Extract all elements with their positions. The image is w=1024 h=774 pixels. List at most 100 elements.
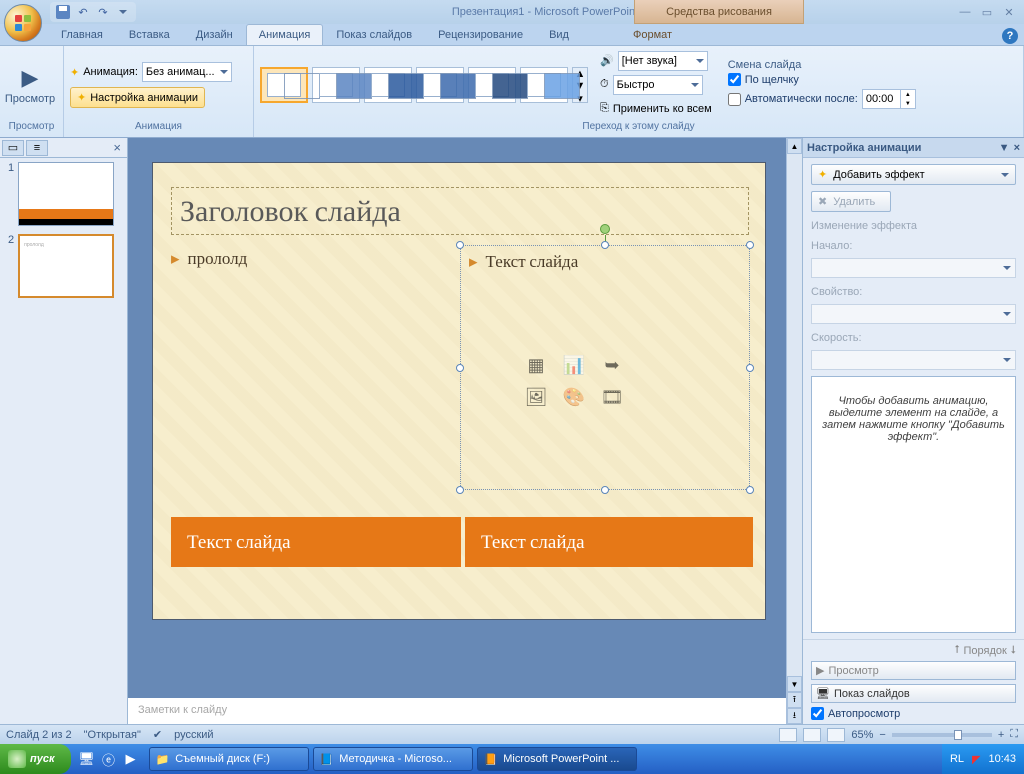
qat-undo[interactable]: ↶ [74, 3, 92, 21]
taskbar-item[interactable]: 📘Методичка - Microso... [313, 747, 473, 771]
resize-handle[interactable] [456, 364, 464, 372]
notes-pane[interactable]: Заметки к слайду [128, 694, 786, 724]
resize-handle[interactable] [746, 241, 754, 249]
panel-close[interactable]: × [109, 140, 125, 155]
language-indicator[interactable]: русский [174, 729, 213, 741]
scroll-down[interactable]: ▼ [787, 676, 802, 692]
taskbar-item[interactable]: 📁Съемный диск (F:) [149, 747, 309, 771]
tab-animation[interactable]: Анимация [246, 24, 324, 45]
qat-redo[interactable]: ↷ [94, 3, 112, 21]
on-click-checkbox[interactable]: По щелчку [728, 73, 916, 86]
ppt-icon: 📙 [484, 753, 498, 766]
insert-picture-icon[interactable]: 🖼 [519, 383, 553, 411]
slide-thumb-2[interactable]: прололд [18, 234, 114, 298]
group-preview-label: Просмотр [6, 120, 57, 134]
speed-combo[interactable]: Быстро [613, 75, 703, 95]
office-button[interactable] [4, 4, 42, 42]
slide-canvas[interactable]: Заголовок слайда прололд Текст слайда ▦ … [152, 162, 766, 620]
insert-smartart-icon[interactable]: ➥ [595, 351, 629, 379]
slideshow-view[interactable] [827, 728, 845, 742]
resize-handle[interactable] [456, 486, 464, 494]
insert-table-icon[interactable]: ▦ [519, 351, 553, 379]
tab-view[interactable]: Вид [536, 24, 582, 45]
delete-effect-button[interactable]: ✖Удалить [811, 191, 891, 212]
taskpane-menu[interactable]: ▼ [999, 142, 1010, 154]
zoom-value[interactable]: 65% [851, 729, 873, 741]
fit-window[interactable]: ⛶ [1010, 728, 1018, 741]
apply-all-button[interactable]: ⎘Применить ко всем [600, 98, 712, 120]
left-content[interactable]: прололд [171, 249, 451, 289]
scroll-up[interactable]: ▲ [787, 138, 802, 154]
play-button[interactable]: ▶Просмотр [811, 661, 1016, 680]
spellcheck-icon[interactable]: ✔ [153, 728, 162, 741]
window-minimize[interactable]: — [954, 4, 976, 20]
window-close[interactable]: ✕ [998, 4, 1020, 20]
help-icon[interactable]: ? [1002, 28, 1018, 44]
prev-slide[interactable]: ⭱ [787, 692, 802, 708]
tab-slideshow[interactable]: Показ слайдов [323, 24, 425, 45]
autopreview-checkbox[interactable]: Автопросмотр [811, 707, 1016, 720]
transition-none[interactable] [260, 67, 308, 103]
text-box-1[interactable]: Текст слайда [171, 517, 461, 567]
ql-desktop-icon[interactable]: 🖥 [77, 748, 97, 770]
tab-home[interactable]: Главная [48, 24, 116, 45]
slides-tab[interactable]: ▭ [2, 140, 24, 156]
auto-after-checkbox[interactable]: Автоматически после: [728, 93, 858, 106]
property-combo[interactable] [811, 304, 1016, 324]
add-effect-button[interactable]: ✦Добавить эффект [811, 164, 1016, 185]
auto-after-spinner[interactable]: 00:00▲▼ [862, 89, 916, 109]
slideshow-button[interactable]: 🖥Показ слайдов [811, 684, 1016, 703]
insert-media-icon[interactable]: 🎞 [595, 383, 629, 411]
resize-handle[interactable] [746, 486, 754, 494]
sound-combo[interactable]: [Нет звука] [618, 51, 708, 71]
normal-view[interactable] [779, 728, 797, 742]
outline-tab[interactable]: ≡ [26, 140, 48, 156]
content-icon-grid: ▦ 📊 ➥ 🖼 🎨 🎞 [519, 351, 629, 411]
text-box-2[interactable]: Текст слайда [465, 517, 753, 567]
slide-indicator: Слайд 2 из 2 [6, 729, 72, 741]
resize-handle[interactable] [601, 241, 609, 249]
zoom-slider[interactable] [892, 733, 992, 737]
tab-format[interactable]: Формат [620, 24, 685, 45]
speed-combo[interactable] [811, 350, 1016, 370]
start-button[interactable]: пуск [0, 744, 71, 774]
delete-icon: ✖ [818, 195, 827, 208]
resize-handle[interactable] [746, 364, 754, 372]
gear-icon: ✦ [77, 91, 86, 104]
animation-task-pane: Настройка анимации ▼× ✦Добавить эффект ✖… [802, 138, 1024, 724]
qat-customize[interactable] [114, 3, 132, 21]
vertical-scrollbar[interactable]: ▲ ▼ ⭱⭳ [786, 138, 802, 724]
start-combo[interactable] [811, 258, 1016, 278]
rotate-handle[interactable] [600, 224, 610, 234]
insert-clipart-icon[interactable]: 🎨 [557, 383, 591, 411]
speed-icon: ⏱ [600, 78, 609, 91]
tab-insert[interactable]: Вставка [116, 24, 183, 45]
next-slide[interactable]: ⭳ [787, 708, 802, 724]
window-restore[interactable]: ▭ [976, 4, 998, 20]
title-placeholder[interactable]: Заголовок слайда [171, 187, 749, 235]
apply-icon: ⎘ [600, 102, 609, 115]
tray-shield-icon[interactable]: ◤ [972, 753, 980, 766]
ql-ie-icon[interactable]: ⓔ [99, 748, 119, 770]
sorter-view[interactable] [803, 728, 821, 742]
tab-review[interactable]: Рецензирование [425, 24, 536, 45]
ql-media-icon[interactable]: ▶ [121, 748, 141, 770]
tab-design[interactable]: Дизайн [183, 24, 246, 45]
slide-thumb-1[interactable] [18, 162, 114, 226]
preview-button[interactable]: ▶ Просмотр [6, 52, 54, 118]
transition-gallery: ▲▼▾ [260, 67, 588, 103]
resize-handle[interactable] [601, 486, 609, 494]
content-placeholder-selected[interactable]: Текст слайда ▦ 📊 ➥ 🖼 🎨 🎞 [460, 245, 750, 490]
zoom-out[interactable]: − [879, 729, 885, 741]
animation-settings-button[interactable]: ✦ Настройка анимации [70, 87, 205, 108]
qat-save[interactable] [54, 3, 72, 21]
insert-chart-icon[interactable]: 📊 [557, 351, 591, 379]
taskpane-close[interactable]: × [1014, 142, 1020, 154]
taskbar-item[interactable]: 📙Microsoft PowerPoint ... [477, 747, 637, 771]
tray-clock[interactable]: 10:43 [988, 753, 1016, 765]
zoom-in[interactable]: + [998, 729, 1004, 741]
group-animation-label: Анимация [70, 120, 247, 134]
animation-combo[interactable]: Без анимац... [142, 62, 232, 82]
tray-lang[interactable]: RL [950, 753, 964, 765]
resize-handle[interactable] [456, 241, 464, 249]
